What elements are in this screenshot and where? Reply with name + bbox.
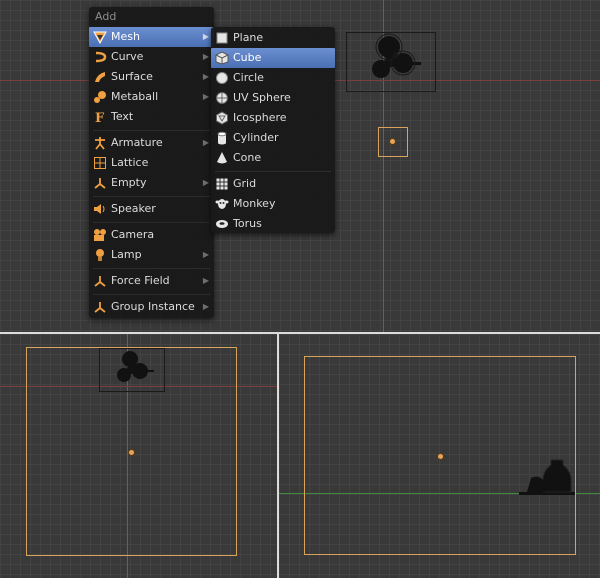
empty-icon: [93, 176, 107, 190]
menu-item-metaball[interactable]: Metaball ▶: [89, 87, 214, 107]
group-instance-icon: [93, 300, 107, 314]
menu-item-label: Cone: [233, 151, 262, 164]
object-origin: [437, 453, 444, 460]
submenu-arrow-icon: ▶: [202, 138, 209, 147]
menu-item-label: Curve: [111, 50, 144, 63]
menu-item-label: Speaker: [111, 202, 156, 215]
menu-item-label: Icosphere: [233, 111, 287, 124]
menu-item-cube[interactable]: Cube: [211, 48, 335, 68]
menu-item-empty[interactable]: Empty ▶: [89, 173, 214, 193]
text-icon: F: [93, 110, 107, 126]
menu-item-curve[interactable]: Curve ▶: [89, 47, 214, 67]
submenu-arrow-icon: ▶: [202, 276, 209, 285]
gears-object: [117, 351, 154, 382]
menu-item-label: Group Instance: [111, 300, 195, 313]
submenu-arrow-icon: ▶: [202, 52, 209, 61]
menu-item-label: Cube: [233, 51, 262, 64]
mesh-icon: [93, 30, 107, 45]
curve-icon: [93, 50, 107, 64]
menu-item-label: Text: [111, 110, 134, 123]
metaball-icon: [93, 90, 107, 104]
menu-item-label: Surface: [111, 70, 153, 83]
cylinder-icon: [215, 131, 229, 145]
menu-item-label: Armature: [111, 136, 163, 149]
menu-item-label: Cylinder: [233, 131, 279, 144]
menu-item-cone[interactable]: Cone: [211, 148, 335, 168]
menu-item-label: Mesh: [111, 30, 140, 43]
surface-icon: [93, 70, 107, 84]
plane-icon: [215, 31, 229, 45]
submenu-arrow-icon: ▶: [202, 250, 209, 259]
menu-item-label: Camera: [111, 228, 155, 241]
add-menu: Add Mesh ▶ Curve ▶ Surface ▶ Metaball ▶ …: [89, 7, 214, 318]
menu-item-label: Lamp: [111, 248, 142, 261]
menu-item-plane[interactable]: Plane: [211, 28, 335, 48]
cone-icon: [215, 151, 229, 165]
menu-item-label: UV Sphere: [233, 91, 291, 104]
menu-item-cylinder[interactable]: Cylinder: [211, 128, 335, 148]
submenu-arrow-icon: ▶: [202, 178, 209, 187]
viewport-bottom-left[interactable]: [0, 334, 277, 578]
menu-item-grid[interactable]: Grid: [211, 174, 335, 194]
menu-item-label: Empty: [111, 176, 147, 189]
menu-item-mesh[interactable]: Mesh ▶: [89, 27, 214, 47]
submenu-arrow-icon: ▶: [202, 92, 209, 101]
menu-item-armature[interactable]: Armature ▶: [89, 133, 214, 153]
scene-objects-box[interactable]: [346, 32, 436, 92]
scene-objects-box[interactable]: [99, 348, 165, 392]
menu-item-text[interactable]: F Text: [89, 107, 214, 127]
menu-item-group-instance[interactable]: Group Instance ▶: [89, 297, 214, 317]
grid-icon: [215, 177, 229, 191]
svg-text:F: F: [95, 111, 105, 124]
circle-icon: [215, 71, 229, 85]
icosphere-icon: [215, 111, 229, 125]
menu-item-label: Monkey: [233, 197, 276, 210]
menu-item-speaker[interactable]: Speaker: [89, 199, 214, 219]
submenu-arrow-icon: ▶: [202, 32, 209, 41]
menu-item-label: Lattice: [111, 156, 149, 169]
menu-item-surface[interactable]: Surface ▶: [89, 67, 214, 87]
menu-item-circle[interactable]: Circle: [211, 68, 335, 88]
menu-item-label: Torus: [233, 217, 262, 230]
object-origin: [389, 138, 396, 145]
lamp-icon: [93, 248, 107, 262]
menu-item-torus[interactable]: Torus: [211, 214, 335, 234]
armature-icon: [93, 136, 107, 150]
viewport-bottom-right[interactable]: [279, 334, 600, 578]
menu-item-label: Force Field: [111, 274, 170, 287]
mesh-submenu: Plane Cube Circle UV Sphere Icosphere Cy…: [211, 27, 335, 233]
gears-object: [372, 33, 421, 78]
cube-icon: [215, 51, 229, 65]
menu-item-label: Grid: [233, 177, 257, 190]
camera-icon: [93, 228, 107, 242]
menu-item-monkey[interactable]: Monkey: [211, 194, 335, 214]
menu-item-lamp[interactable]: Lamp ▶: [89, 245, 214, 265]
uv-sphere-icon: [215, 91, 229, 105]
menu-item-icosphere[interactable]: Icosphere: [211, 108, 335, 128]
vase-object: [519, 459, 575, 495]
speaker-icon: [93, 202, 107, 216]
menu-item-lattice[interactable]: Lattice: [89, 153, 214, 173]
submenu-arrow-icon: ▶: [202, 72, 209, 81]
monkey-icon: [215, 197, 229, 211]
menu-item-label: Metaball: [111, 90, 159, 103]
menu-item-label: Plane: [233, 31, 264, 44]
object-origin: [128, 449, 135, 456]
lattice-icon: [93, 156, 107, 170]
force-field-icon: [93, 274, 107, 288]
torus-icon: [215, 217, 229, 231]
add-menu-title: Add: [95, 10, 117, 23]
menu-item-label: Circle: [233, 71, 264, 84]
menu-item-force-field[interactable]: Force Field ▶: [89, 271, 214, 291]
menu-item-uv-sphere[interactable]: UV Sphere: [211, 88, 335, 108]
menu-item-camera[interactable]: Camera: [89, 225, 214, 245]
submenu-arrow-icon: ▶: [202, 302, 209, 311]
